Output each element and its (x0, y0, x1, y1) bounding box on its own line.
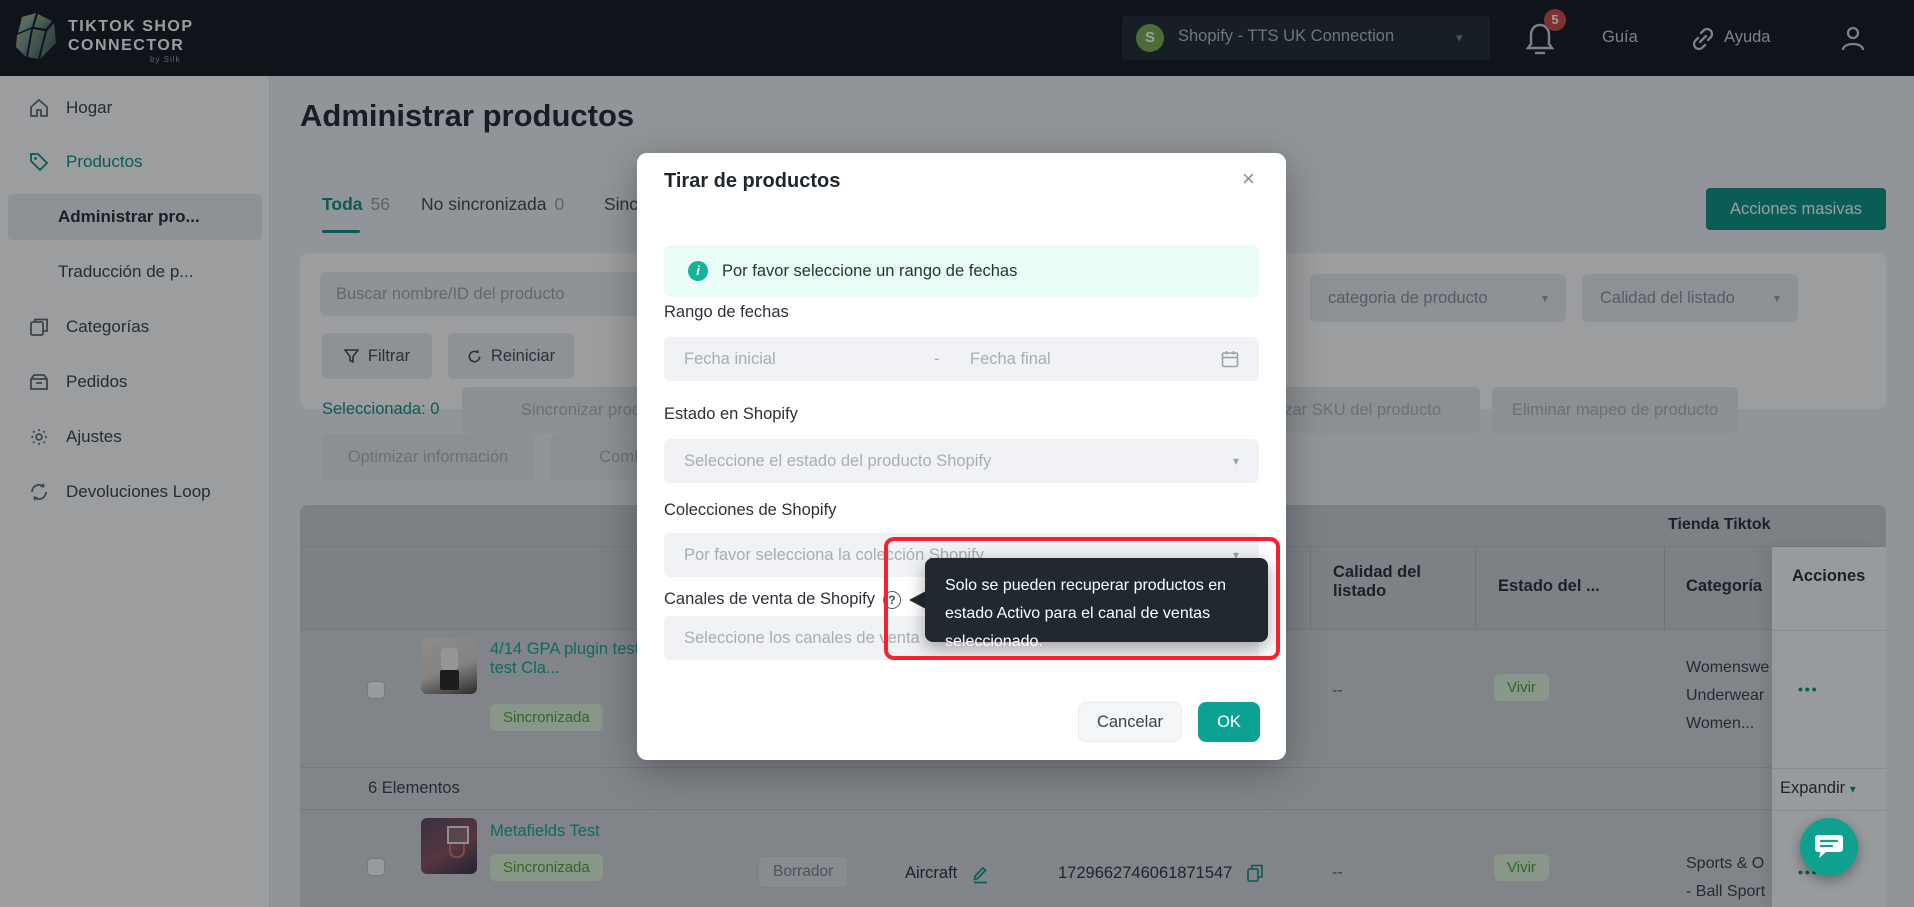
date-end-placeholder[interactable]: Fecha final (970, 350, 1221, 369)
shopify-status-label: Estado en Shopify (664, 405, 798, 424)
modal-title: Tirar de productos (664, 170, 840, 193)
date-separator: - (934, 350, 970, 369)
sales-channel-tooltip: Solo se pueden recuperar productos en es… (925, 558, 1268, 642)
close-icon[interactable]: × (1242, 166, 1255, 192)
pull-products-modal: Tirar de productos × i Por favor selecci… (637, 153, 1286, 760)
info-banner: i Por favor seleccione un rango de fecha… (664, 245, 1259, 297)
tooltip-text: seleccionado. (945, 633, 1043, 650)
select-placeholder: Seleccione el estado del producto Shopif… (684, 452, 1233, 471)
tooltip-text: Solo se pueden recuperar productos en (945, 577, 1226, 594)
date-range-label: Rango de fechas (664, 303, 789, 322)
date-range-input[interactable]: Fecha inicial - Fecha final (664, 337, 1259, 381)
app-root: TIKTOK SHOP CONNECTOR by Silk S Shopify … (0, 0, 1914, 907)
date-start-placeholder[interactable]: Fecha inicial (684, 350, 934, 369)
chat-bubble-icon (1814, 833, 1844, 861)
shopify-collections-label: Colecciones de Shopify (664, 501, 836, 520)
info-banner-text: Por favor seleccione un rango de fechas (722, 262, 1017, 281)
question-circle-icon[interactable]: ? (883, 591, 901, 609)
info-icon: i (688, 261, 708, 281)
tooltip-text: estado Activo para el canal de ventas (945, 605, 1210, 622)
calendar-icon (1221, 350, 1239, 368)
tooltip-arrow (909, 591, 926, 609)
cancel-button[interactable]: Cancelar (1078, 702, 1182, 742)
shopify-status-select[interactable]: Seleccione el estado del producto Shopif… (664, 439, 1259, 483)
ok-button[interactable]: OK (1198, 702, 1260, 742)
chat-widget-button[interactable] (1800, 818, 1858, 876)
chevron-down-icon: ▾ (1233, 454, 1239, 468)
sales-channels-label: Canales de venta de Shopify ? (664, 590, 901, 609)
